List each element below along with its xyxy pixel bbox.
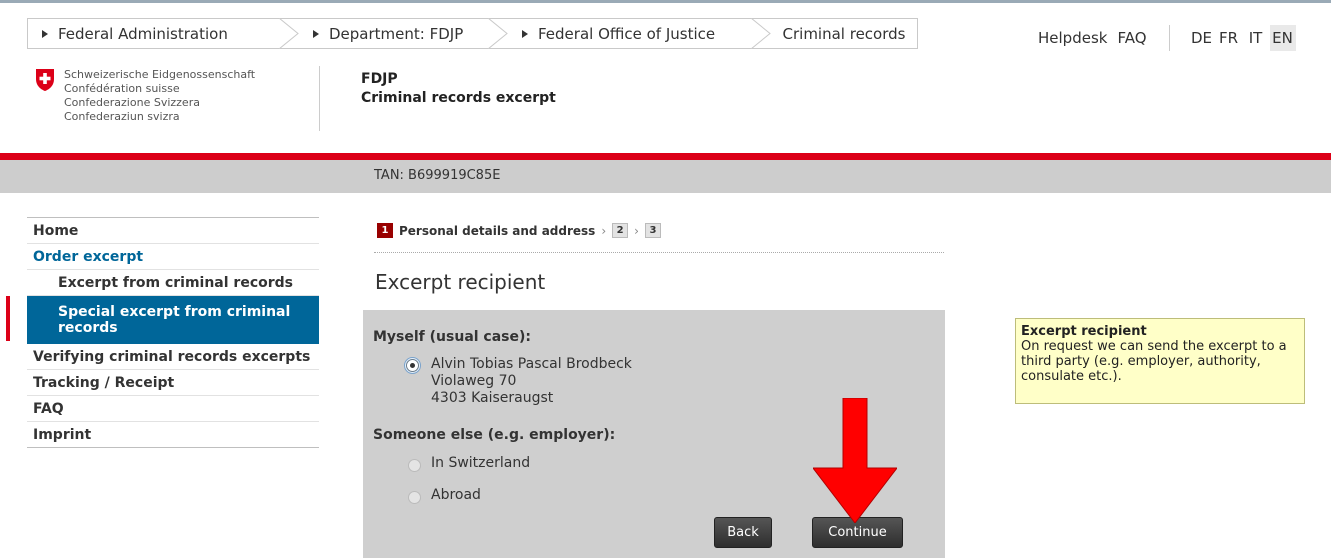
step-1-label: Personal details and address	[399, 223, 596, 238]
faq-link[interactable]: FAQ	[1117, 29, 1146, 47]
myself-radio[interactable]	[406, 359, 419, 372]
step-separator: ›	[601, 223, 607, 238]
logo-line-rm: Confederaziun svizra	[64, 110, 180, 123]
abroad-option-label[interactable]: Abroad	[431, 487, 481, 504]
switzerland-radio[interactable]	[408, 459, 421, 472]
breadcrumb-item-federal-office[interactable]: Federal Office of Justice	[508, 18, 771, 49]
site-title: FDJP Criminal records excerpt	[361, 70, 556, 108]
nav-item-tracking-receipt[interactable]: Tracking / Receipt	[27, 370, 319, 396]
nav-item-order-excerpt[interactable]: Order excerpt	[27, 244, 319, 270]
helpdesk-link[interactable]: Helpdesk	[1038, 29, 1107, 47]
red-header-bar	[0, 153, 1331, 160]
myself-option-address[interactable]: Alvin Tobias Pascal Brodbeck Violaweg 70…	[431, 356, 632, 407]
chevron-separator-icon	[278, 18, 299, 49]
page-heading: Excerpt recipient	[375, 270, 546, 294]
help-text: On request we can send the excerpt to a …	[1021, 339, 1287, 384]
tan-number: TAN: B699919C85E	[374, 168, 501, 183]
triangle-right-icon	[313, 29, 319, 38]
step-2-badge: 2	[612, 223, 629, 238]
triangle-right-icon	[522, 29, 528, 38]
progress-steps: 1 Personal details and address › 2 › 3	[377, 223, 661, 238]
department-name: FDJP	[361, 71, 398, 87]
someone-else-label: Someone else (e.g. employer):	[373, 427, 616, 443]
chevron-separator-icon	[487, 18, 508, 49]
help-title: Excerpt recipient	[1021, 324, 1147, 339]
myself-label: Myself (usual case):	[373, 329, 532, 345]
breadcrumb-label: Federal Administration	[58, 24, 228, 43]
language-fr[interactable]: FR	[1216, 25, 1242, 51]
switzerland-option-label[interactable]: In Switzerland	[431, 455, 530, 472]
active-nav-marker	[6, 296, 10, 341]
myself-radio-focus[interactable]	[404, 357, 421, 374]
triangle-right-icon	[42, 29, 48, 38]
step-3-badge: 3	[644, 223, 661, 238]
breadcrumb-label: Federal Office of Justice	[538, 24, 716, 43]
step-separator: ›	[634, 223, 639, 238]
recipient-name: Alvin Tobias Pascal Brodbeck	[431, 356, 632, 372]
nav-item-excerpt-from-criminal-records[interactable]: Excerpt from criminal records	[27, 270, 319, 296]
breadcrumb-label: Criminal records	[782, 24, 906, 43]
help-box: Excerpt recipient On request we can send…	[1015, 318, 1305, 404]
recipient-street: Violaweg 70	[431, 373, 517, 389]
nav-item-imprint[interactable]: Imprint	[27, 422, 319, 448]
breadcrumb-label: Department: FDJP	[329, 24, 464, 43]
logo-line-fr: Confédération suisse	[64, 82, 180, 95]
abroad-radio[interactable]	[408, 491, 421, 504]
breadcrumb: Federal Administration Department: FDJP …	[27, 18, 918, 49]
logo-line-it: Confederazione Svizzera	[64, 96, 200, 109]
meta-divider	[1168, 25, 1170, 51]
side-navigation: Home Order excerpt Excerpt from criminal…	[27, 217, 319, 448]
breadcrumb-item-department[interactable]: Department: FDJP	[299, 18, 508, 49]
nav-item-special-excerpt[interactable]: Special excerpt from criminal records	[27, 296, 319, 344]
language-it[interactable]: IT	[1243, 25, 1269, 51]
application-title: Criminal records excerpt	[361, 90, 556, 106]
breadcrumb-item-criminal-records: Criminal records	[771, 19, 917, 48]
top-rule	[0, 0, 1331, 3]
header-divider	[319, 66, 320, 131]
swiss-shield-icon	[36, 69, 54, 91]
nav-item-faq[interactable]: FAQ	[27, 396, 319, 422]
breadcrumb-item-federal-administration[interactable]: Federal Administration	[28, 18, 299, 49]
step-1-badge: 1	[377, 223, 393, 238]
grey-info-bar	[0, 160, 1331, 193]
confederation-logo[interactable]: Schweizerische Eidgenossenschaft Confédé…	[35, 68, 255, 124]
chevron-separator-icon	[750, 18, 771, 49]
logo-line-de: Schweizerische Eidgenossenschaft	[64, 68, 256, 81]
language-en[interactable]: EN	[1269, 25, 1296, 51]
meta-navigation: Helpdesk FAQ DE FR IT EN	[1038, 25, 1296, 51]
arrow-down-icon	[813, 398, 897, 523]
logo-text: Schweizerische Eidgenossenschaft Confédé…	[64, 68, 255, 124]
language-de[interactable]: DE	[1189, 25, 1215, 51]
nav-item-home[interactable]: Home	[27, 218, 319, 244]
back-button[interactable]: Back	[714, 517, 772, 548]
recipient-city: 4303 Kaiseraugst	[431, 390, 554, 406]
steps-divider	[374, 252, 944, 253]
nav-item-verifying-excerpts[interactable]: Verifying criminal records excerpts	[27, 344, 319, 370]
